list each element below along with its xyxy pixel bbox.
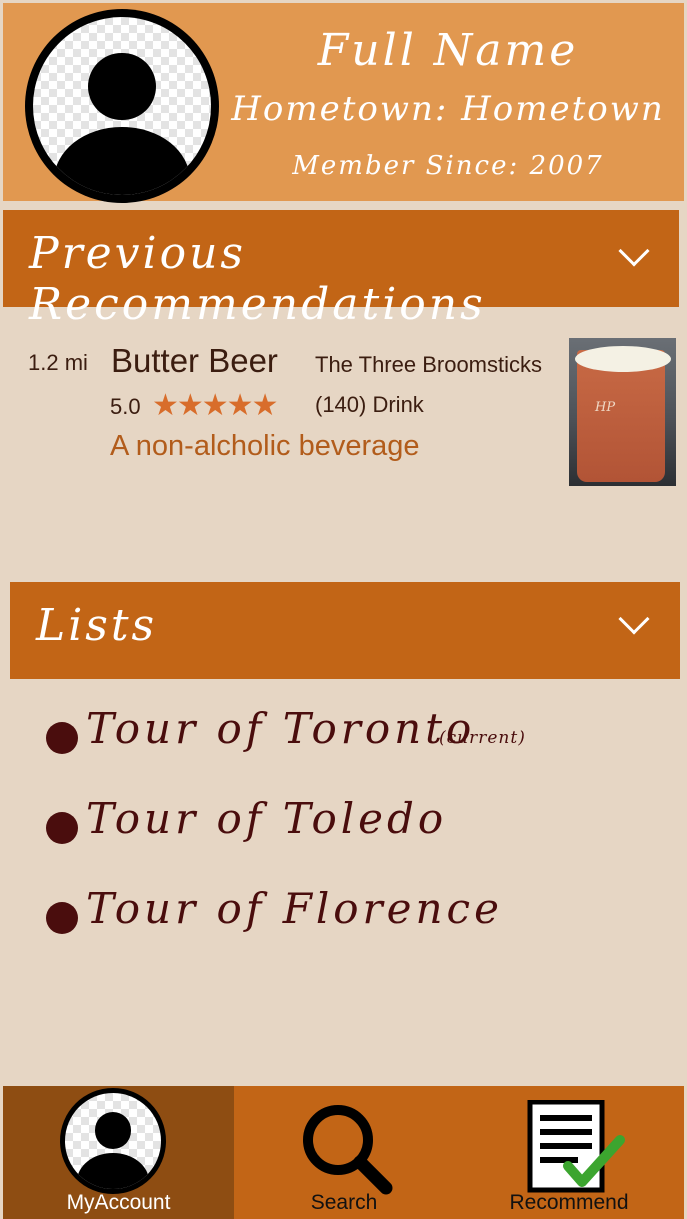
nav-recommend-button[interactable]: Recommend bbox=[454, 1086, 684, 1219]
profile-header: Full Name Hometown: Hometown Member Sinc… bbox=[3, 3, 684, 203]
recommendation-photo[interactable]: HP bbox=[569, 338, 676, 486]
list-item-label: Tour of Florence bbox=[86, 884, 503, 933]
recommendation-place[interactable]: The Three Broomsticks bbox=[315, 352, 542, 378]
list-item-tour-florence[interactable]: Tour of Florence bbox=[44, 880, 644, 940]
recommendation-item[interactable]: 1.2 mi Butter Beer The Three Broomsticks… bbox=[0, 322, 687, 502]
star-rating-icon: ★★★★★ bbox=[152, 389, 278, 422]
nav-search-label: Search bbox=[310, 1191, 378, 1214]
previous-recommendations-header[interactable]: Previous Recommendations bbox=[3, 210, 679, 330]
list-item-label: Tour of Toledo bbox=[86, 794, 448, 843]
nav-myaccount-button[interactable]: MyAccount bbox=[3, 1086, 234, 1219]
bullet-icon bbox=[46, 902, 78, 934]
person-icon bbox=[33, 17, 211, 195]
list-item-label: Tour of Toronto bbox=[86, 704, 476, 753]
chevron-down-icon[interactable] bbox=[618, 603, 650, 635]
lists-header[interactable]: Lists bbox=[10, 582, 680, 679]
bullet-icon bbox=[46, 722, 78, 754]
nav-myaccount-label: MyAccount bbox=[66, 1191, 171, 1214]
recommend-checklist-icon bbox=[527, 1100, 625, 1193]
list-item-note: (current) bbox=[439, 728, 526, 748]
recommendation-name[interactable]: Butter Beer bbox=[111, 342, 278, 380]
recommendation-reviews-category: (140) Drink bbox=[315, 392, 424, 417]
profile-hometown: Hometown: Hometown bbox=[231, 89, 665, 129]
nav-recommend-label: Recommend bbox=[509, 1191, 629, 1214]
previous-recommendations-title: Previous Recommendations bbox=[29, 228, 486, 330]
cup-logo: HP bbox=[595, 400, 616, 415]
bottom-nav: MyAccount Search Recommend bbox=[3, 1086, 684, 1219]
recommendation-description: A non-alcholic beverage bbox=[110, 430, 420, 462]
profile-full-name: Full Name bbox=[317, 25, 579, 76]
search-icon bbox=[303, 1105, 393, 1195]
recommendation-rating: 5.0 bbox=[110, 394, 141, 419]
bullet-icon bbox=[46, 812, 78, 844]
nav-search-button[interactable]: Search bbox=[234, 1086, 454, 1219]
profile-avatar[interactable] bbox=[25, 9, 219, 203]
profile-member-since: Member Since: 2007 bbox=[292, 151, 604, 181]
account-icon bbox=[60, 1088, 166, 1194]
list-item-tour-toronto[interactable]: Tour of Toronto (current) bbox=[44, 700, 644, 760]
list-item-tour-toledo[interactable]: Tour of Toledo bbox=[44, 790, 644, 850]
lists-title: Lists bbox=[36, 600, 158, 651]
recommendation-distance: 1.2 mi bbox=[28, 350, 88, 375]
